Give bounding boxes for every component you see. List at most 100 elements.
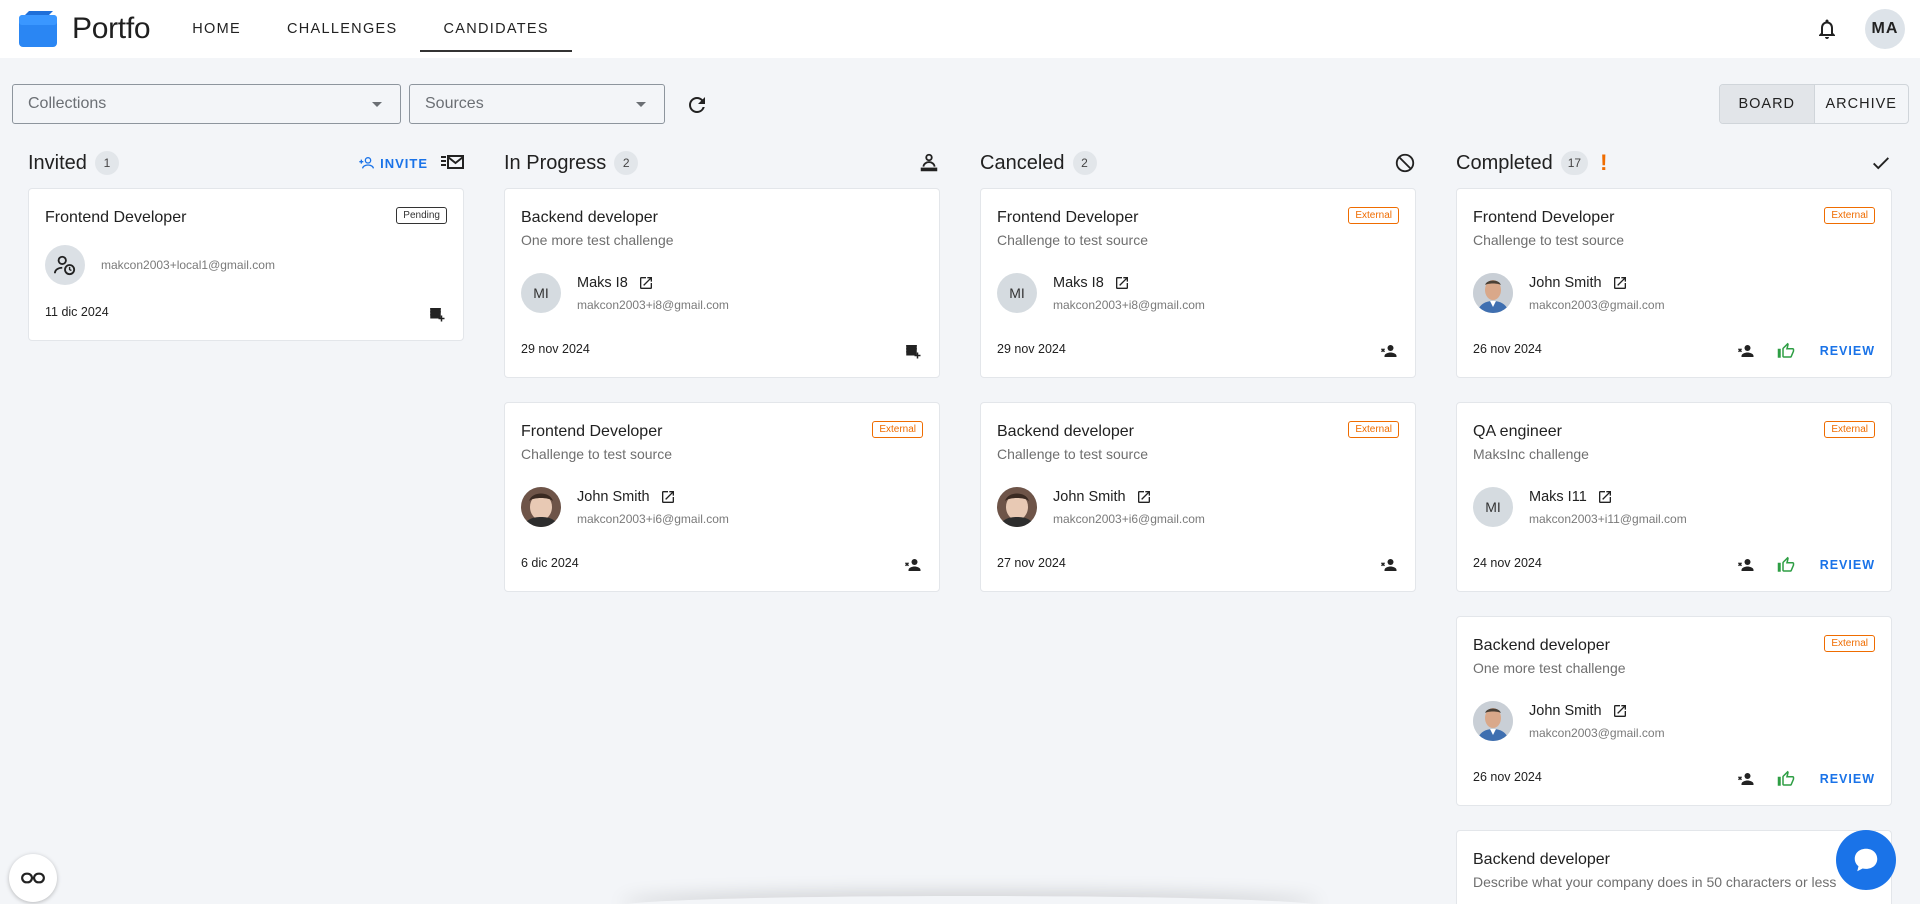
bulk-mail-icon[interactable]	[440, 151, 464, 175]
card-date: 11 dic 2024	[45, 305, 109, 319]
column-title: In Progress	[504, 151, 607, 174]
invite-button[interactable]: INVITE	[358, 155, 428, 171]
column-in-progress: In Progress 2 Backend developer One more…	[504, 148, 940, 592]
candidate-card[interactable]: Frontend Developer External Challenge to…	[1456, 188, 1892, 378]
playlist-add-icon[interactable]	[903, 341, 923, 361]
candidate-email: makcon2003+i11@gmail.com	[1529, 511, 1687, 526]
open-in-new-icon[interactable]	[1136, 489, 1152, 505]
chat-icon	[1854, 848, 1878, 872]
avatar	[1473, 273, 1513, 313]
person-remove-icon[interactable]	[1736, 769, 1756, 789]
refresh-icon[interactable]	[685, 93, 709, 117]
open-in-new-icon[interactable]	[1612, 275, 1628, 291]
bell-icon[interactable]	[1815, 17, 1839, 41]
chat-button[interactable]	[1836, 830, 1896, 890]
candidate-email: makcon2003+i8@gmail.com	[1053, 297, 1205, 312]
review-button[interactable]: REVIEW	[1820, 772, 1875, 786]
open-in-new-icon[interactable]	[1597, 489, 1613, 505]
board-view-button[interactable]: BOARD	[1720, 85, 1814, 123]
nav-challenges[interactable]: CHALLENGES	[264, 8, 421, 50]
card-date: 26 nov 2024	[1473, 342, 1542, 356]
open-in-new-icon[interactable]	[660, 489, 676, 505]
card-date: 26 nov 2024	[1473, 770, 1542, 784]
sources-placeholder: Sources	[425, 95, 484, 112]
logo-box-icon	[19, 11, 57, 47]
candidate-card[interactable]: Backend developer External One more test…	[1456, 616, 1892, 806]
avatar: MI	[997, 273, 1037, 313]
candidate-name: John Smith	[1053, 488, 1126, 505]
review-button[interactable]: REVIEW	[1820, 344, 1875, 358]
column-count: 17	[1560, 151, 1589, 175]
card-title: Frontend Developer	[45, 209, 187, 226]
card-title: Frontend Developer	[1473, 209, 1615, 226]
alert-icon: !	[1600, 150, 1608, 175]
avatar: MI	[1473, 487, 1513, 527]
review-button[interactable]: REVIEW	[1820, 558, 1875, 572]
card-title: QA engineer	[1473, 423, 1562, 440]
accessibility-button[interactable]	[9, 854, 57, 902]
brand-logo[interactable]: Portfo	[19, 11, 151, 47]
check-icon[interactable]	[1870, 152, 1892, 174]
candidate-card[interactable]: Backend developer One more test challeng…	[504, 188, 940, 378]
user-avatar[interactable]: MA	[1865, 9, 1905, 49]
column-canceled: Canceled 2 Frontend Developer External C…	[980, 148, 1416, 592]
card-subtitle: Challenge to test source	[997, 232, 1148, 248]
card-title: Backend developer	[997, 423, 1134, 440]
candidate-name: John Smith	[577, 488, 650, 505]
block-icon[interactable]	[1394, 152, 1416, 174]
status-badge: Pending	[396, 207, 447, 224]
candidate-name: John Smith	[1529, 274, 1602, 291]
card-subtitle: Challenge to test source	[997, 446, 1148, 462]
avatar	[997, 487, 1037, 527]
main-nav: HOME CHALLENGES CANDIDATES	[169, 0, 573, 58]
chevron-down-icon	[372, 102, 382, 107]
collections-select[interactable]: Collections	[12, 84, 401, 124]
column-completed: Completed 17 ! Frontend Developer Extern…	[1456, 148, 1892, 904]
person-remove-icon[interactable]	[1379, 341, 1399, 361]
column-title: Canceled	[980, 151, 1065, 174]
candidate-email: makcon2003+i6@gmail.com	[1053, 511, 1205, 526]
candidate-card[interactable]: Frontend Developer External Challenge to…	[504, 402, 940, 592]
thumb-up-icon[interactable]	[1776, 341, 1796, 361]
open-in-new-icon[interactable]	[638, 275, 654, 291]
candidate-email: makcon2003+i8@gmail.com	[577, 297, 729, 312]
person-remove-icon[interactable]	[1379, 555, 1399, 575]
candidate-card[interactable]: Backend developer Describe what your com…	[1456, 830, 1892, 904]
candidate-email: makcon2003+i6@gmail.com	[577, 511, 729, 526]
sources-select[interactable]: Sources	[409, 84, 665, 124]
candidate-card[interactable]: Backend developer External Challenge to …	[980, 402, 1416, 592]
card-subtitle: MaksInc challenge	[1473, 446, 1589, 462]
person-remove-icon[interactable]	[1736, 555, 1756, 575]
card-title: Backend developer	[1473, 637, 1610, 654]
open-in-new-icon[interactable]	[1114, 275, 1130, 291]
person-desk-icon[interactable]	[918, 152, 940, 174]
person-remove-icon[interactable]	[903, 555, 923, 575]
person-remove-icon[interactable]	[1736, 341, 1756, 361]
candidate-card[interactable]: Frontend Developer Pending makcon2003+lo…	[28, 188, 464, 341]
playlist-add-icon[interactable]	[427, 304, 447, 324]
candidate-name: Maks I11	[1529, 488, 1587, 505]
candidate-name: John Smith	[1529, 702, 1602, 719]
candidate-card[interactable]: QA engineer External MaksInc challenge M…	[1456, 402, 1892, 592]
collections-placeholder: Collections	[28, 95, 107, 112]
column-title: Completed	[1456, 151, 1553, 174]
thumb-up-icon[interactable]	[1776, 769, 1796, 789]
external-badge: External	[1824, 421, 1875, 438]
candidate-name: Maks I8	[1053, 274, 1104, 291]
top-bar: Portfo HOME CHALLENGES CANDIDATES MA	[0, 0, 1920, 58]
invite-label: INVITE	[380, 155, 428, 171]
column-count: 2	[614, 151, 639, 175]
nav-candidates[interactable]: CANDIDATES	[420, 8, 573, 52]
card-subtitle: Describe what your company does in 50 ch…	[1473, 874, 1837, 890]
nav-home[interactable]: HOME	[169, 8, 264, 50]
card-date: 24 nov 2024	[1473, 556, 1542, 570]
avatar: MI	[521, 273, 561, 313]
archive-view-button[interactable]: ARCHIVE	[1813, 85, 1909, 123]
card-subtitle: One more test challenge	[521, 232, 674, 248]
open-in-new-icon[interactable]	[1612, 703, 1628, 719]
bottom-shadow	[620, 896, 1320, 904]
candidate-card[interactable]: Frontend Developer External Challenge to…	[980, 188, 1416, 378]
candidate-email: makcon2003@gmail.com	[1529, 297, 1665, 312]
card-subtitle: Challenge to test source	[1473, 232, 1624, 248]
thumb-up-icon[interactable]	[1776, 555, 1796, 575]
